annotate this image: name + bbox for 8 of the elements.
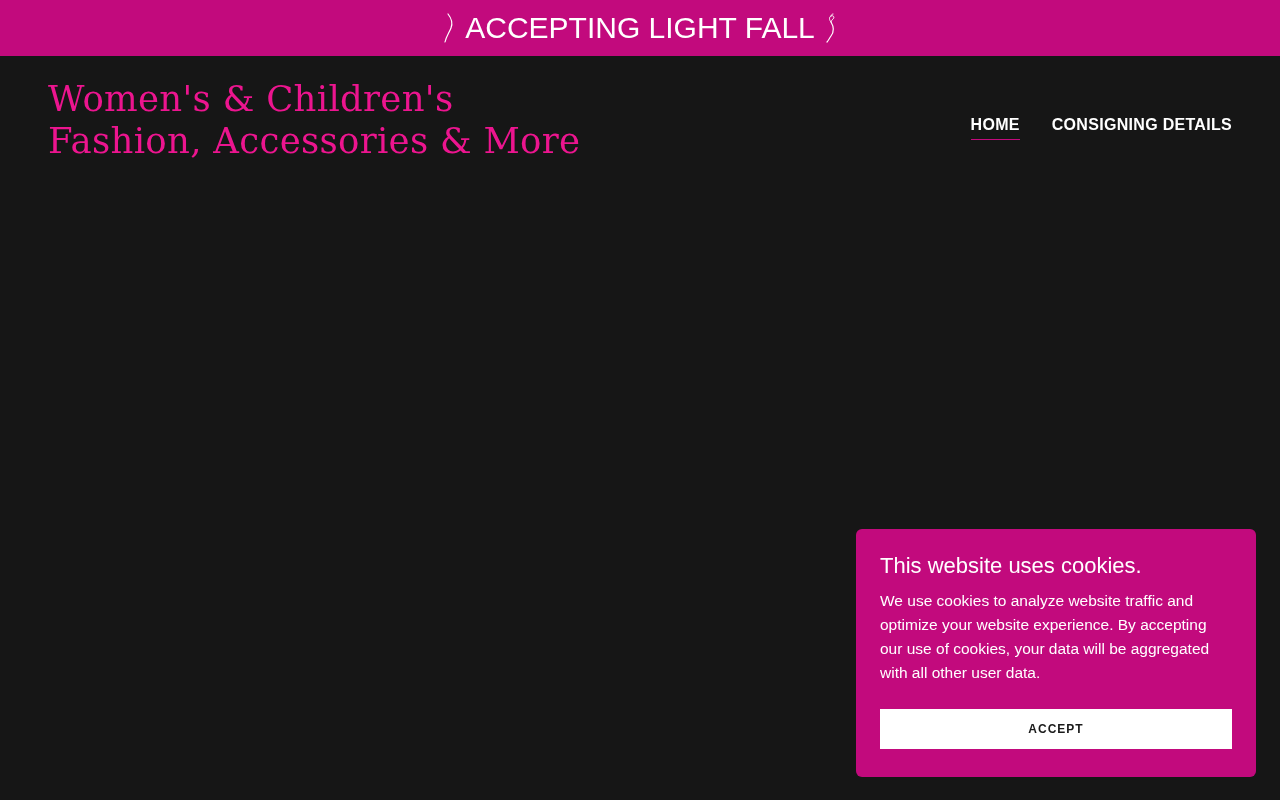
announcement-text: ACCEPTING LIGHT FALL <box>465 10 815 46</box>
nav-link[interactable]: HOME <box>970 114 1020 140</box>
sprout-icon <box>824 13 837 43</box>
nav-link[interactable]: CONSIGNING DETAILS <box>1051 114 1232 140</box>
cookie-text: We use cookies to analyze website traffic and optimize your website experience. By accepting our use of cookies, your data will be aggregated with all other user data. <box>880 591 1211 683</box>
accept-button[interactable]: ACCEPT <box>880 709 1232 749</box>
site-title: Women's & Children's Fashion, Accessories & More <box>48 78 581 162</box>
cookie-heading: This website uses cookies. <box>880 552 1143 580</box>
